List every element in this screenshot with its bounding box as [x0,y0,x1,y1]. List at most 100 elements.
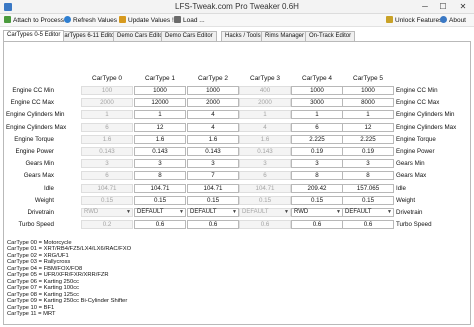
row-label: Turbo Speed [18,221,54,228]
value-field[interactable]: 8000 [342,98,394,107]
value-field[interactable]: 0.15 [187,196,239,205]
drivetrain-value: RWD [294,209,309,215]
row-label-right: Gears Max [396,172,427,179]
value-field[interactable]: 7 [187,171,239,180]
chevron-down-icon[interactable]: ▼ [232,209,237,216]
value-field[interactable]: 1000 [342,86,394,95]
unlock-features-button[interactable]: Unlock Features [386,16,442,26]
value-field[interactable]: 0.19 [291,147,343,156]
value-field[interactable]: 1.6 [187,135,239,144]
value-field[interactable]: 4 [187,110,239,119]
drivetrain-select[interactable]: DEFAULT ▼ [187,208,239,217]
load-menu-button[interactable]: Load ... [174,16,205,26]
value-field[interactable]: 1 [291,110,343,119]
value-field[interactable]: 0.6 [187,220,239,229]
row-label-right: Idle [396,185,406,192]
chevron-down-icon: ▼ [284,209,289,215]
value-field[interactable]: 4 [187,123,239,132]
chevron-down-icon[interactable]: ▼ [179,209,184,216]
value-field[interactable]: 2.225 [342,135,394,144]
value-field[interactable]: 104.71 [134,184,186,193]
attach-to-process-button[interactable]: Attach to Process [4,16,64,26]
maximize-button[interactable]: ☐ [436,1,450,12]
chevron-down-icon[interactable]: ▼ [336,209,341,216]
column-header-cartype-3: CarType 3 [250,75,280,82]
about-button[interactable]: About [440,16,466,26]
row-label-right: Drivetrain [396,209,423,216]
value-field[interactable]: 8 [134,171,186,180]
value-field[interactable]: 8 [342,171,394,180]
row-label: Engine CC Max [10,99,54,106]
row-label-right: Gears Min [396,160,425,167]
legend-line: CarType 11 = MRT [7,310,56,317]
value-field[interactable]: 157.065 [342,184,394,193]
chevron-down-icon[interactable]: ▼ [387,209,392,216]
drivetrain-select[interactable]: RWD ▼ [291,208,343,217]
value-field[interactable]: 0.143 [187,147,239,156]
value-field[interactable]: 3 [134,159,186,168]
value-field[interactable]: 12000 [134,98,186,107]
value-field[interactable]: 1000 [291,86,343,95]
value-field[interactable]: 0.15 [291,196,343,205]
value-field[interactable]: 1 [134,110,186,119]
row-label: Idle [44,185,54,192]
value-field[interactable]: 209.42 [291,184,343,193]
update-values-button[interactable]: Update Values ! [119,16,174,26]
drivetrain-select: DEFAULT ▼ [239,208,291,217]
tab-cartypes-6-11[interactable]: CarTypes 6-11 Editor [56,31,121,41]
refresh-values-button[interactable]: Refresh Values ! [64,16,121,26]
tab-rims-manager[interactable]: Rims Manager [261,31,309,41]
value-field[interactable]: 2000 [187,98,239,107]
value-field[interactable]: 6 [291,123,343,132]
value-field[interactable]: 0.6 [342,220,394,229]
value-field[interactable]: 0.19 [342,147,394,156]
value-field[interactable]: 3000 [291,98,343,107]
row-label: Engine CC Min [12,87,54,94]
value-field: 3 [239,159,291,168]
value-field[interactable]: 12 [342,123,394,132]
minimize-button[interactable]: ─ [418,1,432,12]
drivetrain-value: RWD [84,209,99,215]
value-field[interactable]: 0.15 [342,196,394,205]
value-field: 6 [81,123,133,132]
drivetrain-select[interactable]: DEFAULT ▼ [134,208,186,217]
drivetrain-select[interactable]: DEFAULT ▼ [342,208,394,217]
tab-on-track-editor[interactable]: On-Track Editor [305,31,356,41]
row-label: Engine Torque [14,136,54,143]
drivetrain-value: DEFAULT [190,209,217,215]
column-header-cartype-4: CarType 4 [302,75,332,82]
value-field[interactable]: 2.225 [291,135,343,144]
row-label-right: Engine Torque [396,136,436,143]
row-label-right: Engine Cylinders Max [396,124,457,131]
value-field[interactable]: 0.15 [134,196,186,205]
value-field[interactable]: 3 [291,159,343,168]
window-title: LFS-Tweak.com Pro Tweaker 0.6H [175,2,299,11]
value-field[interactable]: 0.6 [134,220,186,229]
value-field[interactable]: 8 [291,171,343,180]
row-label: Gears Min [25,160,54,167]
value-field[interactable]: 104.71 [187,184,239,193]
chevron-down-icon: ▼ [126,209,131,215]
value-field[interactable]: 3 [187,159,239,168]
value-field[interactable]: 0.6 [291,220,343,229]
tab-hacks-tools[interactable]: Hacks / Tools [221,31,265,41]
cartype-legend: CarType 00 = Motorcycle CarType 01 = XRT… [7,240,267,317]
value-field[interactable]: 1000 [134,86,186,95]
value-field[interactable]: 12 [134,123,186,132]
close-button[interactable]: ✕ [456,1,470,12]
tab-cartypes-0-5[interactable]: CarTypes 0-5 Editor [3,30,65,41]
value-field[interactable]: 1000 [187,86,239,95]
editor-tabs: CarTypes 0-5 Editor CarTypes 6-11 Editor… [3,30,471,41]
attach-label: Attach to Process [13,17,64,24]
value-field: 2000 [239,98,291,107]
unlock-label: Unlock Features [395,17,443,24]
value-field[interactable]: 1 [342,110,394,119]
row-label-right: Engine CC Min [396,87,438,94]
drivetrain-value: DEFAULT [345,209,372,215]
column-header-cartype-5: CarType 5 [353,75,383,82]
value-field[interactable]: 3 [342,159,394,168]
value-field[interactable]: 1.6 [134,135,186,144]
value-field: 1.6 [239,135,291,144]
value-field[interactable]: 0.143 [134,147,186,156]
tab-demo-cars-2[interactable]: Demo Cars Editor [161,31,217,41]
